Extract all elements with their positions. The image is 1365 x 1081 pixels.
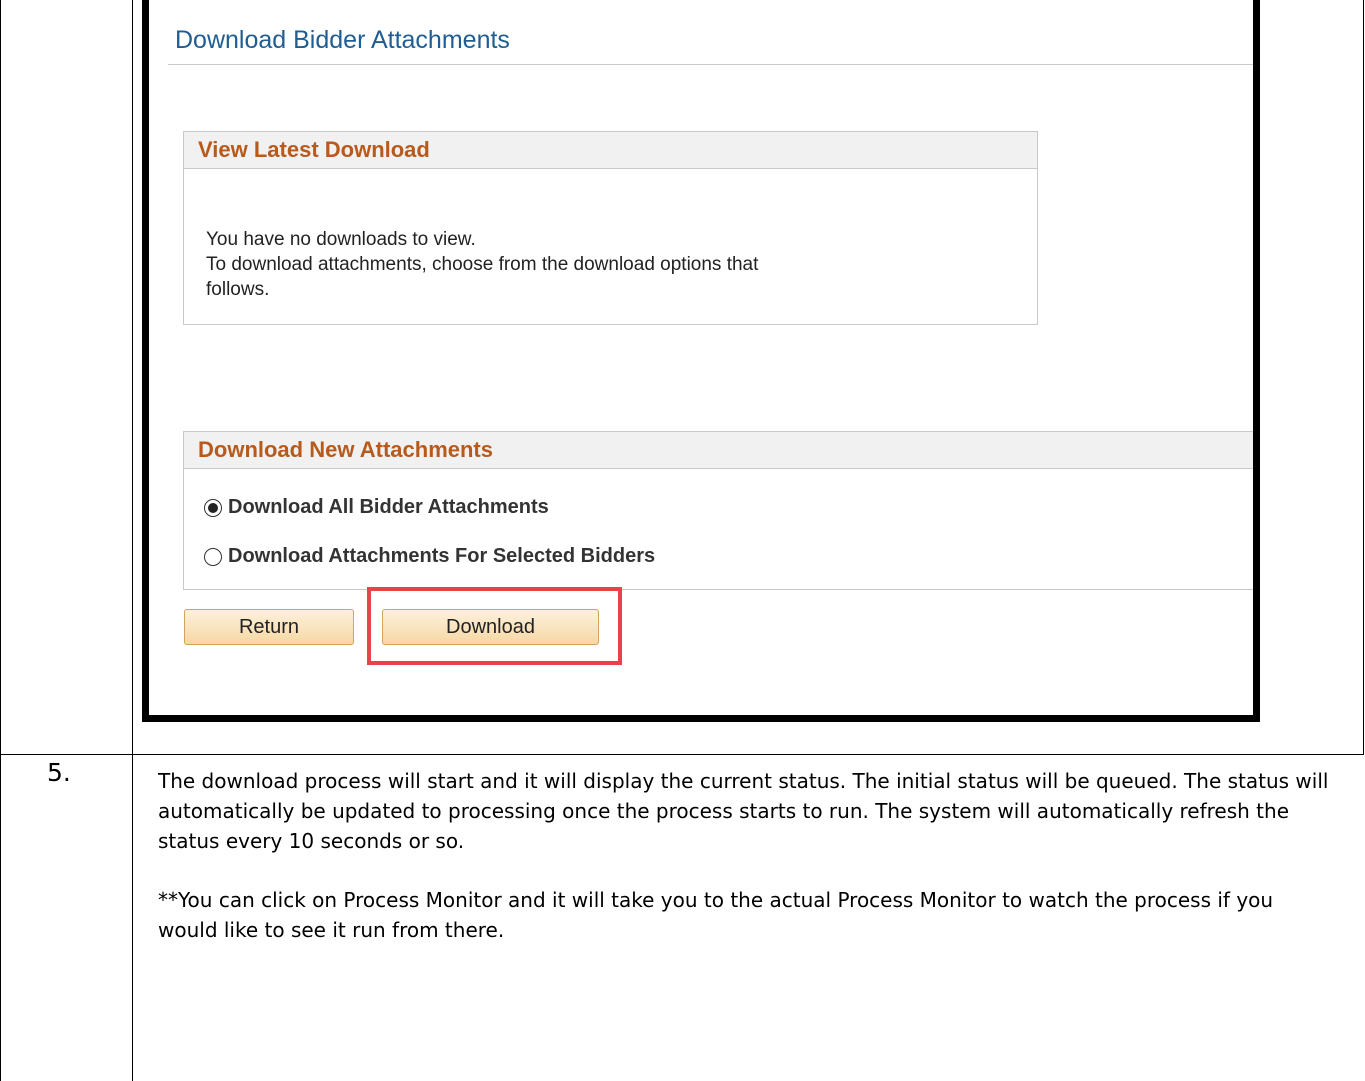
step-paragraph-1: The download process will start and it w…	[158, 769, 1329, 853]
table-column-divider	[132, 0, 133, 1081]
table-border-right	[1363, 0, 1364, 755]
message-line: To download attachments, choose from the…	[206, 254, 759, 275]
table-row-divider	[0, 754, 1364, 755]
table-border-left	[0, 0, 1, 1081]
panel-header: View Latest Download	[184, 132, 1037, 169]
radio-option-selected-bidders[interactable]: Download Attachments For Selected Bidder…	[204, 545, 655, 568]
step-paragraph-2: **You can click on Process Monitor and i…	[158, 888, 1274, 942]
radio-label: Download All Bidder Attachments	[228, 496, 549, 518]
radio-label: Download Attachments For Selected Bidder…	[228, 545, 656, 567]
radio-button[interactable]	[204, 498, 222, 517]
return-button[interactable]: Return	[184, 609, 354, 645]
title-divider	[168, 64, 1253, 65]
message-line: follows.	[206, 279, 270, 300]
step-number: 5.	[47, 758, 71, 787]
message-line: You have no downloads to view.	[206, 229, 476, 250]
radio-option-all-bidders[interactable]: Download All Bidder Attachments	[204, 496, 549, 519]
radio-selected-dot	[208, 502, 218, 513]
download-button-highlight	[367, 587, 622, 665]
no-downloads-message: You have no downloads to view. To downlo…	[206, 227, 758, 302]
page-title: Download Bidder Attachments	[175, 26, 510, 54]
radio-button[interactable]	[204, 547, 222, 566]
embedded-screenshot: Download Bidder Attachments View Latest …	[142, 0, 1260, 722]
panel-header: Download New Attachments	[184, 432, 1253, 469]
